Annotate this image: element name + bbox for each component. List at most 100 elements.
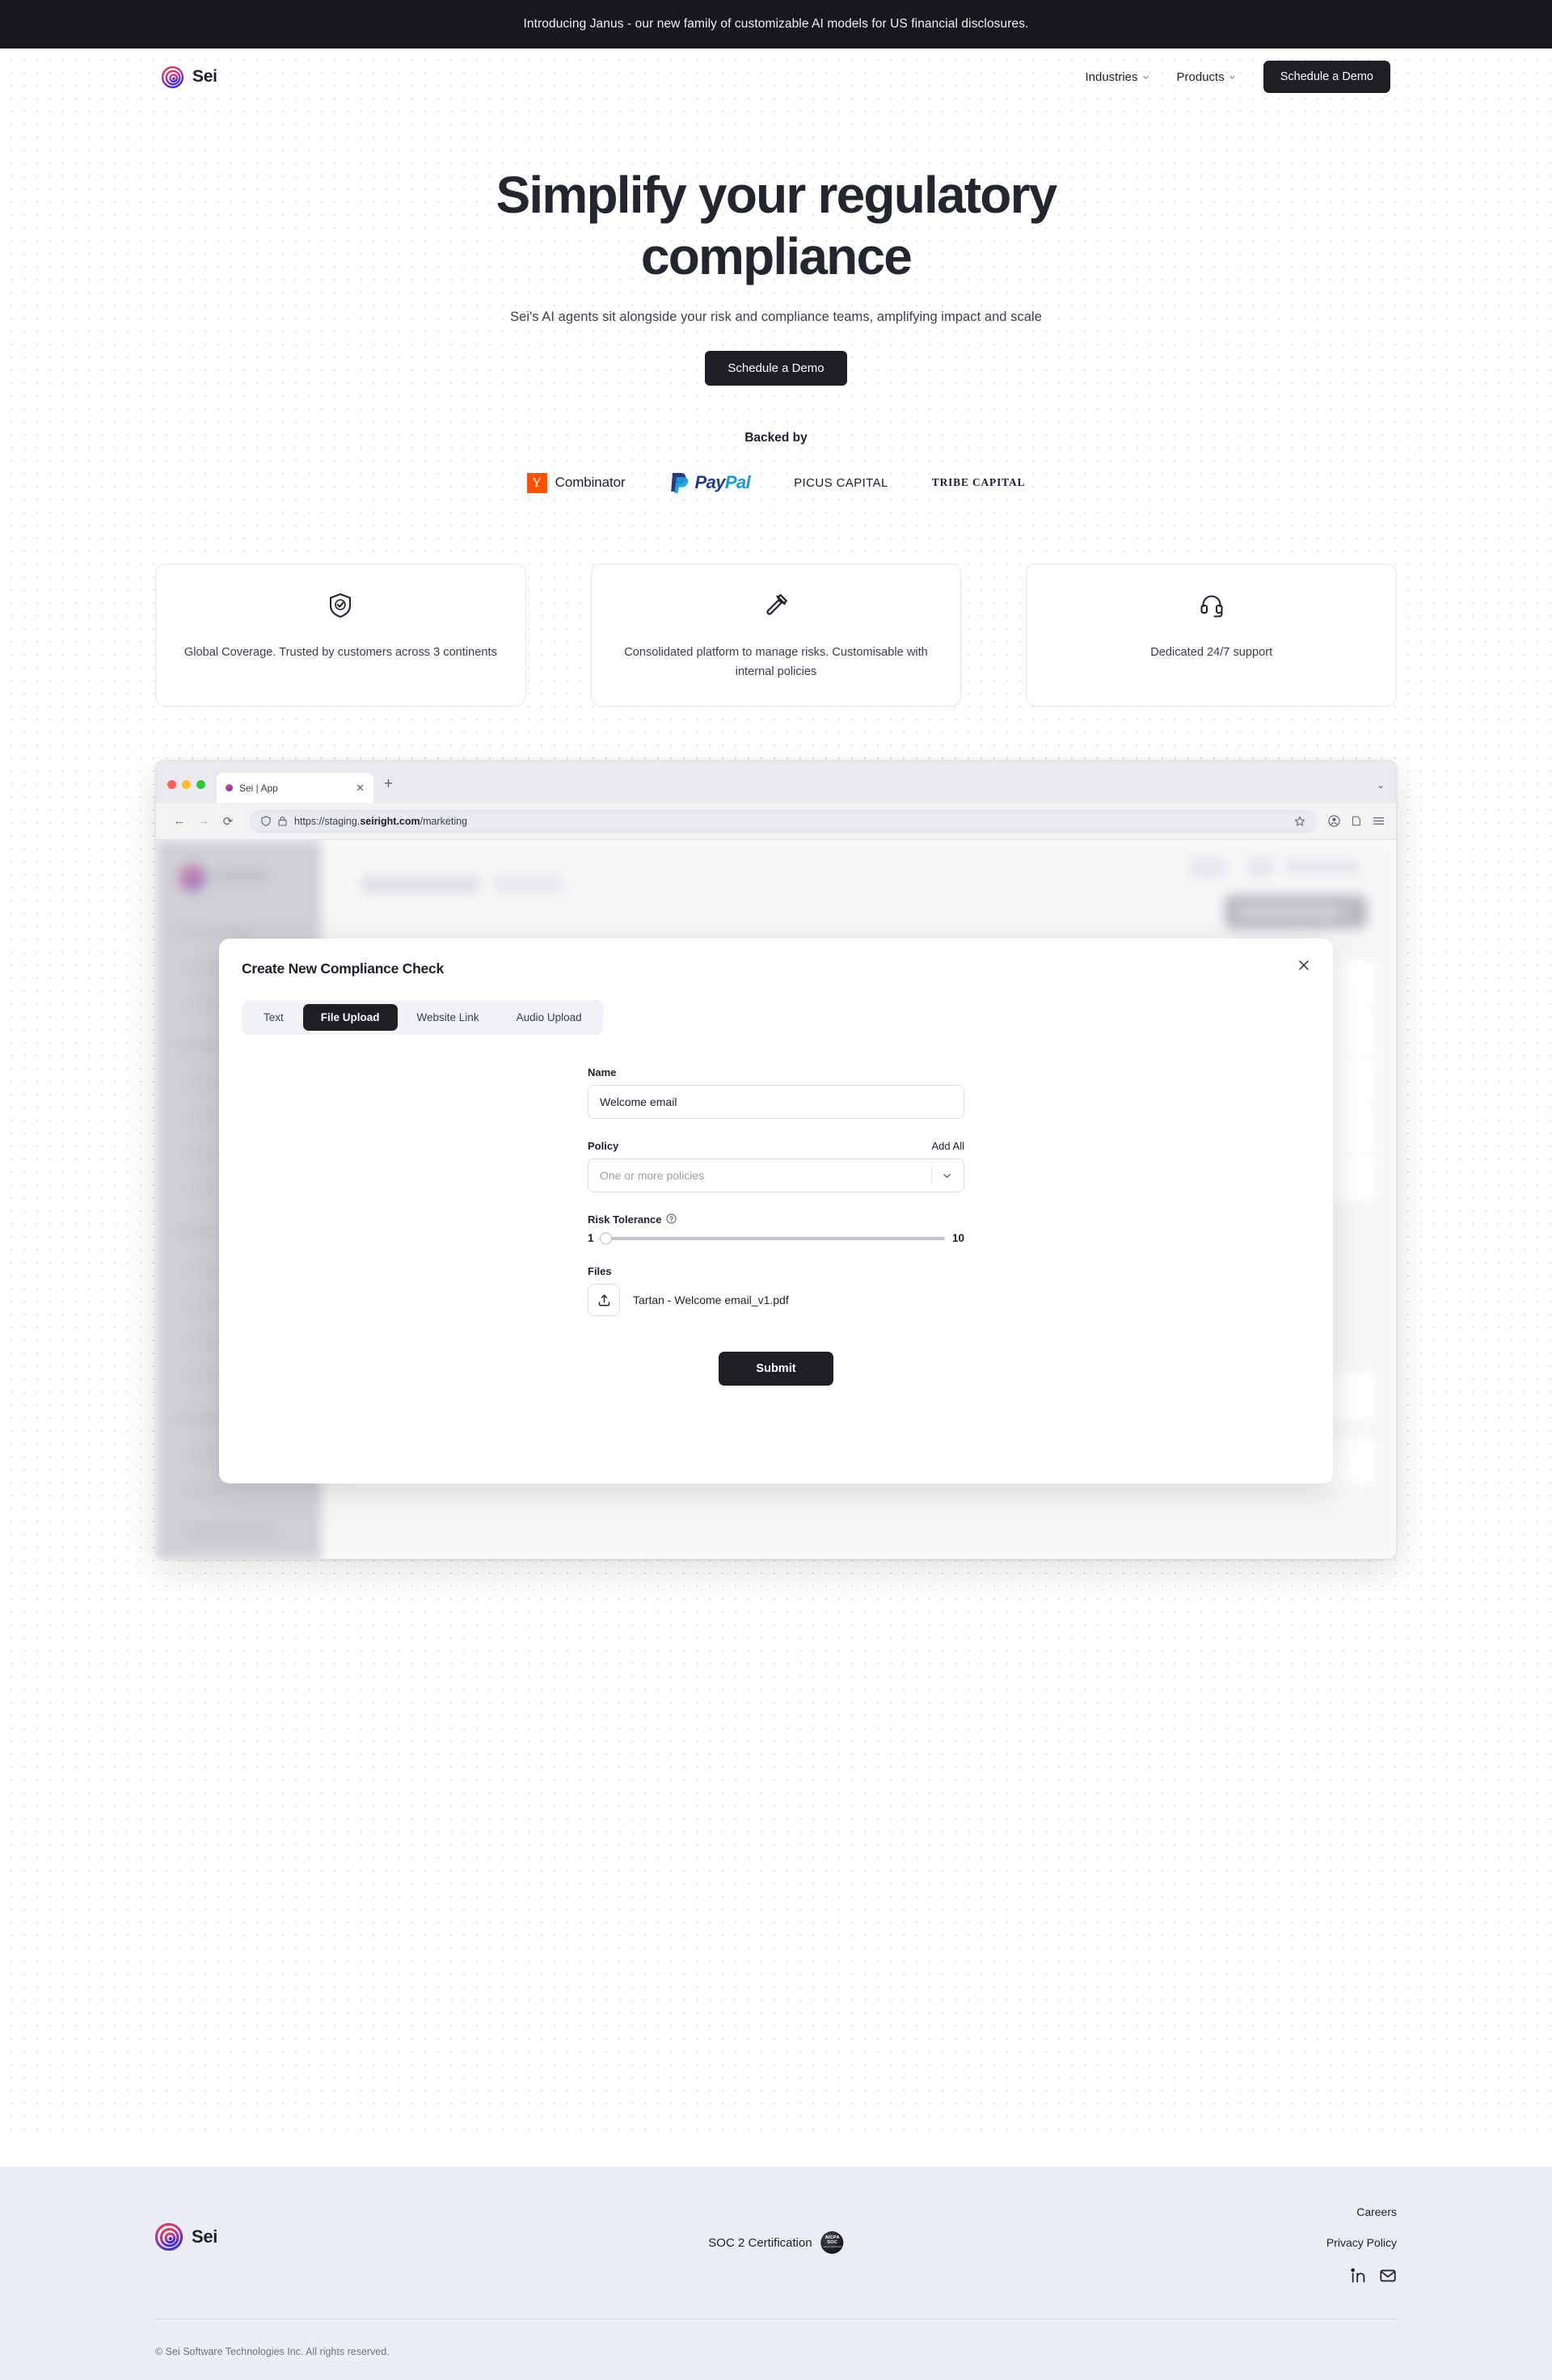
nav-schedule-demo-button[interactable]: Schedule a Demo <box>1263 61 1390 93</box>
browser-url-bar: ← → ⟳ https://staging.seiright.com/marke… <box>156 803 1396 841</box>
reload-icon[interactable]: ⟳ <box>216 809 240 833</box>
close-x-icon <box>1299 960 1309 971</box>
name-field-group: Name <box>588 1066 964 1120</box>
hero-schedule-demo-button[interactable]: Schedule a Demo <box>705 351 847 386</box>
headset-icon <box>1200 595 1223 618</box>
browser-mockup: Sei | App ✕ + ⌄ ← → ⟳ https://staging.se… <box>155 760 1397 1560</box>
app-user-placeholder <box>1284 861 1359 874</box>
footer-social-links <box>1326 2267 1397 2285</box>
profile-icon[interactable] <box>1328 815 1340 827</box>
bookmark-star-icon[interactable] <box>1294 816 1305 827</box>
maximize-window-icon[interactable] <box>196 780 205 790</box>
card-icon-wrap <box>1200 592 1224 619</box>
app-toolbar-button-placeholder <box>1189 858 1226 878</box>
browser-toolbar-icons <box>1328 815 1385 827</box>
backed-by-title: Backed by <box>744 431 808 445</box>
tab-audio-upload[interactable]: Audio Upload <box>499 1004 600 1031</box>
footer-brand-name: Sei <box>192 2226 218 2247</box>
file-row: Tartan - Welcome email_v1.pdf <box>588 1284 964 1317</box>
investor-logos: Y Combinator PayPal PICUS CAPITAL TRIBE … <box>0 471 1552 494</box>
feature-cards: Global Coverage. Trusted by customers ac… <box>155 563 1398 707</box>
logo-paypal: PayPal <box>669 471 751 494</box>
select-divider <box>931 1167 932 1185</box>
card-icon-wrap <box>328 592 352 619</box>
nav-links: Industries Products Schedule a Demo <box>1085 61 1390 93</box>
risk-tolerance-label: Risk Tolerance <box>588 1213 964 1226</box>
soc2-certification: SOC 2 Certification AICPA SOC aicpa.org/… <box>708 2231 844 2254</box>
modal-title: Create New Compliance Check <box>242 960 445 977</box>
browser-tab-title: Sei | App <box>239 782 278 794</box>
email-icon[interactable] <box>1379 2267 1397 2285</box>
nav-item-products[interactable]: Products <box>1177 70 1236 84</box>
feature-card-support: Dedicated 24/7 support <box>1026 563 1398 707</box>
linkedin-icon[interactable] <box>1350 2267 1368 2285</box>
risk-tolerance-group: Risk Tolerance 1 10 <box>588 1213 964 1245</box>
footer-copyright: © Sei Software Technologies Inc. All rig… <box>155 2346 390 2357</box>
app-sidebar-logo-placeholder <box>179 864 206 892</box>
name-label: Name <box>588 1066 617 1079</box>
slider-handle[interactable] <box>599 1232 612 1245</box>
forward-icon[interactable]: → <box>192 809 216 833</box>
tab-website-link[interactable]: Website Link <box>399 1004 497 1031</box>
browser-viewport: Create New Compliance Check Text File Up… <box>156 840 1396 1559</box>
close-icon[interactable] <box>1295 956 1313 974</box>
back-icon[interactable]: ← <box>167 809 192 833</box>
menu-icon[interactable] <box>1373 816 1385 826</box>
submit-wrap: Submit <box>588 1352 964 1386</box>
top-navigation: Sei Industries Products Schedule a Demo <box>0 49 1552 105</box>
soc2-label: SOC 2 Certification <box>708 2235 812 2250</box>
y-combinator-label: Combinator <box>555 475 626 491</box>
new-tab-icon[interactable]: + <box>373 776 403 803</box>
nav-item-industries[interactable]: Industries <box>1085 70 1149 84</box>
announcement-bar[interactable]: Introducing Janus - our new family of cu… <box>0 0 1552 49</box>
risk-tolerance-slider[interactable]: 1 10 <box>588 1232 964 1245</box>
footer-inner: Sei SOC 2 Certification AICPA SOC aicpa.… <box>155 2167 1397 2380</box>
compliance-check-form: Name Policy Add All One or more policies <box>588 1066 964 1386</box>
brand-logo[interactable]: Sei <box>162 65 217 88</box>
nav-item-label: Industries <box>1085 70 1138 84</box>
extensions-icon[interactable] <box>1351 815 1362 827</box>
policy-select-placeholder: One or more policies <box>600 1169 705 1183</box>
chevron-down-icon <box>1229 75 1235 79</box>
lock-icon <box>278 817 287 826</box>
footer-links: Careers Privacy Policy <box>1326 2205 1397 2285</box>
app-toolbar-button-placeholder <box>1247 858 1275 878</box>
upload-icon <box>598 1294 609 1306</box>
policy-select[interactable]: One or more policies <box>588 1158 964 1193</box>
feature-card-global-coverage: Global Coverage. Trusted by customers ac… <box>155 563 526 707</box>
name-input[interactable] <box>588 1085 964 1120</box>
minimize-window-icon[interactable] <box>182 780 191 790</box>
address-bar-url: https://staging.seiright.com/marketing <box>294 815 467 827</box>
feature-card-text: Dedicated 24/7 support <box>1150 646 1273 660</box>
slider-track[interactable] <box>599 1232 945 1245</box>
upload-button[interactable] <box>588 1284 620 1317</box>
help-circle-icon[interactable] <box>665 1213 677 1224</box>
footer-brand[interactable]: Sei <box>155 2223 217 2251</box>
shield-check-icon <box>330 593 352 618</box>
hero-section: Simplify your regulatory compliance Sei'… <box>0 105 1552 386</box>
close-tab-icon[interactable]: ✕ <box>356 783 365 793</box>
browser-tab[interactable]: Sei | App ✕ <box>217 773 373 804</box>
create-compliance-check-modal: Create New Compliance Check Text File Up… <box>219 939 1333 1484</box>
tab-file-upload[interactable]: File Upload <box>302 1004 398 1032</box>
sei-spiral-icon <box>162 65 183 88</box>
aicpa-soc-badge-icon: AICPA SOC aicpa.org/soc4so <box>820 2231 844 2254</box>
announcement-text: Introducing Janus - our new family of cu… <box>523 17 1029 31</box>
feature-card-consolidated-platform: Consolidated platform to manage risks. C… <box>590 563 962 707</box>
footer-link-privacy-policy[interactable]: Privacy Policy <box>1326 2236 1397 2249</box>
address-bar[interactable]: https://staging.seiright.com/marketing <box>250 808 1317 833</box>
policy-label-row: Policy Add All <box>588 1140 964 1152</box>
chevron-down-icon <box>1142 75 1149 79</box>
footer-link-careers[interactable]: Careers <box>1326 2205 1397 2218</box>
y-combinator-mark: Y <box>526 472 547 493</box>
submit-button[interactable]: Submit <box>719 1352 833 1386</box>
brand-name: Sei <box>192 67 217 86</box>
gavel-icon <box>766 593 787 615</box>
add-all-policies-link[interactable]: Add All <box>932 1140 964 1152</box>
slider-min-value: 1 <box>588 1232 594 1245</box>
browser-tab-bar: Sei | App ✕ + ⌄ <box>156 761 1396 804</box>
card-icon-wrap <box>763 592 789 619</box>
close-window-icon[interactable] <box>167 780 176 790</box>
tab-list-chevron-icon[interactable]: ⌄ <box>1377 779 1385 803</box>
tab-text[interactable]: Text <box>246 1004 302 1031</box>
